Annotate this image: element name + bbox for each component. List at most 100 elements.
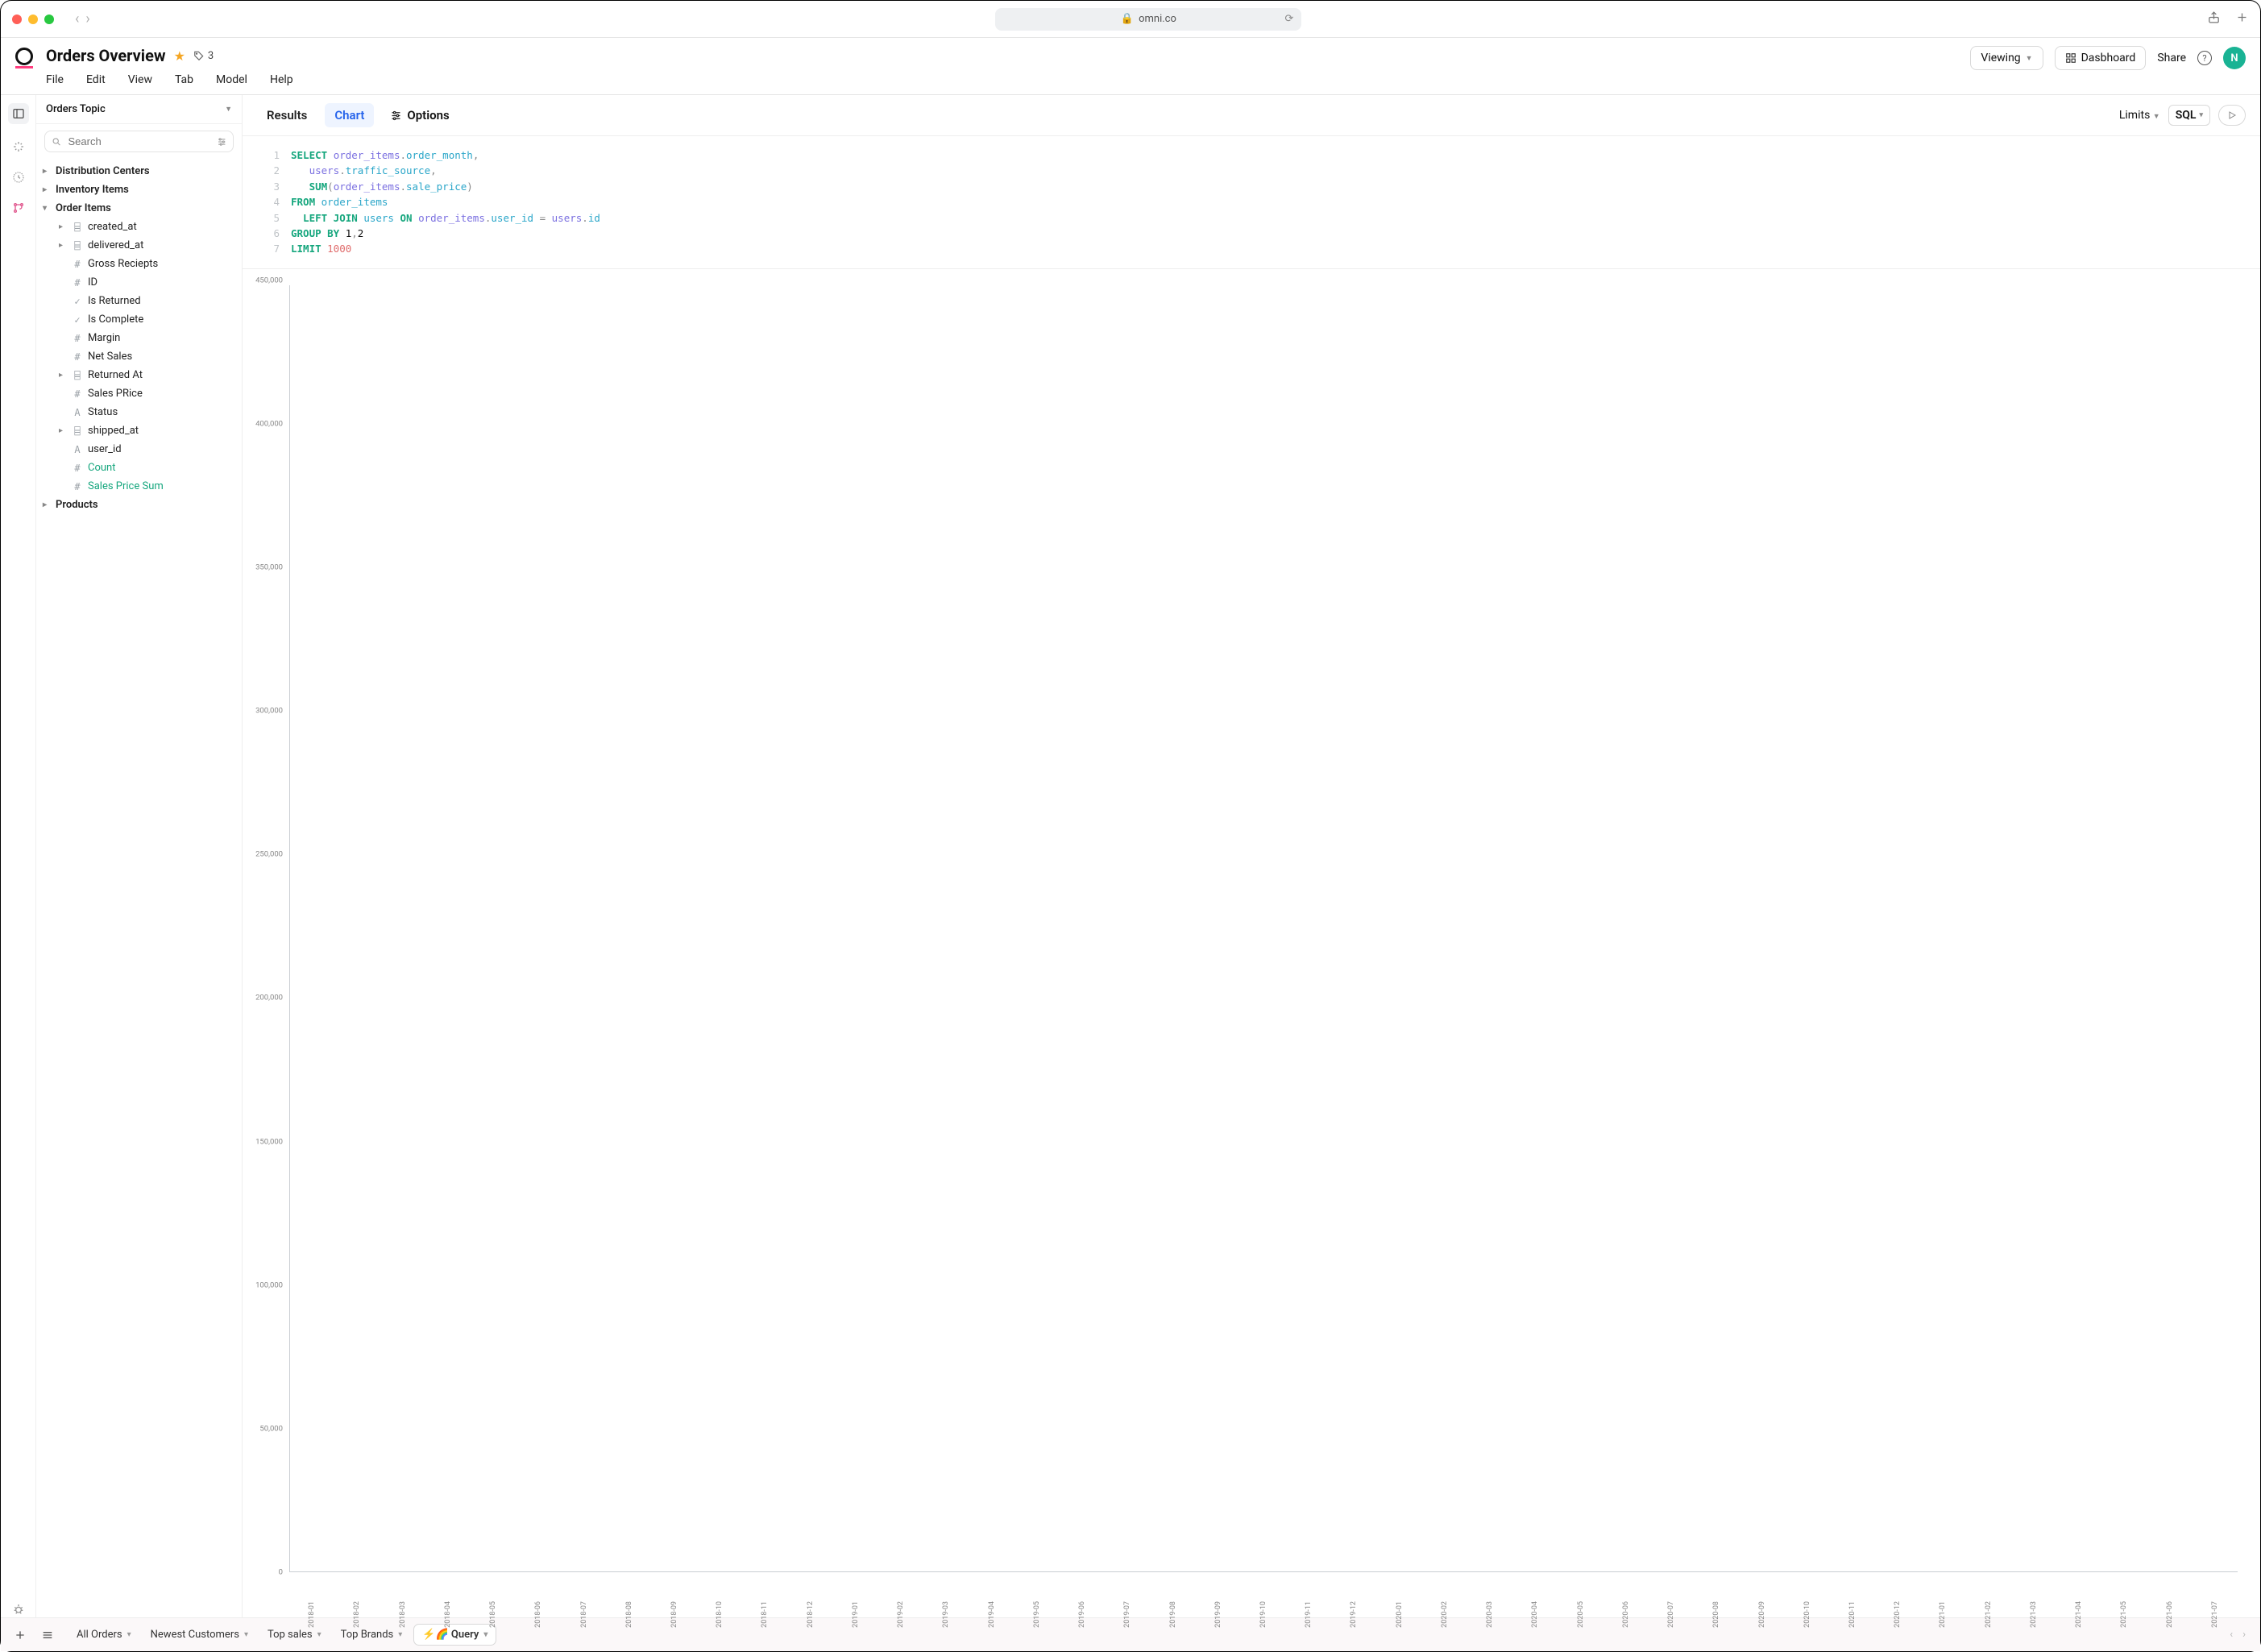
workspace-tabs: Results Chart Options Limits ▼ SQL▾ xyxy=(243,95,2260,136)
sliders-icon xyxy=(390,110,402,122)
caret-down-icon: ▼ xyxy=(2026,54,2033,63)
y-tick: 50,000 xyxy=(259,1424,283,1433)
x-tick: 2019-11 xyxy=(1305,1601,1313,1628)
field-sales-price[interactable]: #Sales PRice xyxy=(36,384,242,403)
help-icon[interactable]: ? xyxy=(2197,51,2212,65)
tab-chart[interactable]: Chart xyxy=(325,103,374,127)
x-tick: 2018-11 xyxy=(761,1601,769,1628)
section-inventory-items[interactable]: ▸Inventory Items xyxy=(36,181,242,199)
favorite-star-icon[interactable]: ★ xyxy=(174,48,185,64)
x-tick: 2018-02 xyxy=(353,1601,361,1628)
search-input[interactable] xyxy=(68,135,210,147)
dashboard-icon xyxy=(2065,52,2076,64)
field-created-at[interactable]: ▸⌸created_at xyxy=(36,218,242,236)
minimize-window-button[interactable] xyxy=(28,15,38,24)
window-controls xyxy=(12,15,54,24)
menu-file[interactable]: File xyxy=(46,73,64,86)
field-is-complete[interactable]: ✓Is Complete xyxy=(36,310,242,329)
x-tick: 2019-01 xyxy=(852,1601,860,1628)
field-shipped-at[interactable]: ▸⌸shipped_at xyxy=(36,421,242,440)
section-order-items[interactable]: ▾Order Items xyxy=(36,199,242,218)
run-button[interactable] xyxy=(2218,105,2246,126)
x-tick: 2020-10 xyxy=(1803,1601,1811,1628)
x-tick: 2020-03 xyxy=(1486,1601,1494,1628)
new-tab-icon[interactable] xyxy=(2235,10,2249,27)
x-tick: 2018-05 xyxy=(489,1601,497,1628)
menu-model[interactable]: Model xyxy=(216,73,247,86)
window-titlebar: ‹ › 🔒 omni.co ⟳ xyxy=(1,1,2260,38)
add-tab-button[interactable] xyxy=(9,1624,31,1646)
x-tick: 2019-03 xyxy=(942,1601,950,1628)
back-button[interactable]: ‹ xyxy=(75,12,79,27)
lock-icon: 🔒 xyxy=(1121,13,1134,25)
menu-tab[interactable]: Tab xyxy=(175,73,193,86)
y-tick: 150,000 xyxy=(255,1137,283,1146)
pager-prev[interactable]: ‹ xyxy=(2230,1629,2233,1641)
close-window-button[interactable] xyxy=(12,15,22,24)
viewing-mode-button[interactable]: Viewing▼ xyxy=(1970,46,2043,70)
field-returned-at[interactable]: ▸⌸Returned At xyxy=(36,366,242,384)
share-link[interactable]: Share xyxy=(2157,52,2186,64)
footer-tab-top-sales[interactable]: Top sales▾ xyxy=(259,1625,330,1645)
options-button[interactable]: Options xyxy=(390,108,449,122)
field-count[interactable]: #Count xyxy=(36,459,242,477)
x-tick: 2021-07 xyxy=(2211,1601,2219,1628)
x-tick: 2018-04 xyxy=(444,1601,452,1628)
footer-tab-all-orders[interactable]: All Orders▾ xyxy=(68,1625,139,1645)
x-tick: 2018-07 xyxy=(580,1601,588,1628)
pager-next[interactable]: › xyxy=(2242,1629,2246,1641)
footer-tab-newest-customers[interactable]: Newest Customers▾ xyxy=(143,1625,256,1645)
field-is-returned[interactable]: ✓Is Returned xyxy=(36,292,242,310)
tag-icon xyxy=(193,50,205,61)
section-distribution-centers[interactable]: ▸Distribution Centers xyxy=(36,162,242,181)
footer-tab--query[interactable]: ⚡🌈 Query▾ xyxy=(413,1624,496,1646)
menu-view[interactable]: View xyxy=(128,73,152,86)
field-id[interactable]: #ID xyxy=(36,273,242,292)
field-net-sales[interactable]: #Net Sales xyxy=(36,347,242,366)
sidebar-search[interactable] xyxy=(44,131,234,152)
address-bar[interactable]: 🔒 omni.co ⟳ xyxy=(995,8,1301,31)
sidebar-topic-selector[interactable]: Orders Topic ▼ xyxy=(36,95,242,124)
menu-help[interactable]: Help xyxy=(270,73,293,86)
section-products[interactable]: ▸Products xyxy=(36,496,242,514)
x-tick: 2019-04 xyxy=(988,1601,996,1628)
tag-count[interactable]: 3 xyxy=(193,50,214,62)
user-avatar[interactable]: N xyxy=(2223,47,2246,69)
field-user-id[interactable]: Auser_id xyxy=(36,440,242,459)
x-tick: 2018-06 xyxy=(534,1601,542,1628)
dashboard-button[interactable]: Dasbhoard xyxy=(2055,46,2147,70)
x-tick: 2019-02 xyxy=(897,1601,905,1628)
caret-down-icon: ▼ xyxy=(225,105,232,114)
rail-history-icon[interactable] xyxy=(10,169,27,185)
rail-debug-icon[interactable] xyxy=(10,1601,27,1617)
y-tick: 250,000 xyxy=(255,850,283,859)
x-tick: 2020-09 xyxy=(1758,1601,1766,1628)
x-tick: 2020-01 xyxy=(1396,1601,1404,1628)
field-sales-price-sum[interactable]: #Sales Price Sum xyxy=(36,477,242,496)
field-delivered-at[interactable]: ▸⌸delivered_at xyxy=(36,236,242,255)
field-status[interactable]: AStatus xyxy=(36,403,242,421)
sql-toggle[interactable]: SQL▾ xyxy=(2168,105,2210,126)
share-icon[interactable] xyxy=(2207,10,2221,27)
fullscreen-window-button[interactable] xyxy=(44,15,54,24)
address-bar-wrap: 🔒 omni.co ⟳ xyxy=(100,8,2197,31)
rail-branch-icon[interactable] xyxy=(10,200,27,216)
field-margin[interactable]: #Margin xyxy=(36,329,242,347)
limits-dropdown[interactable]: Limits ▼ xyxy=(2119,109,2160,122)
x-tick: 2019-07 xyxy=(1123,1601,1131,1628)
field-gross-reciepts[interactable]: #Gross Reciepts xyxy=(36,255,242,273)
rail-panel-icon[interactable] xyxy=(8,103,29,124)
sql-editor[interactable]: 1SELECT order_items.order_month,2 users.… xyxy=(243,136,2260,269)
sliders-icon[interactable] xyxy=(217,136,227,147)
tab-results[interactable]: Results xyxy=(257,103,317,127)
rail-sparkle-icon[interactable] xyxy=(10,139,27,155)
app-logo[interactable] xyxy=(15,48,33,65)
x-tick: 2020-07 xyxy=(1667,1601,1675,1628)
y-tick: 100,000 xyxy=(255,1281,283,1289)
y-tick: 300,000 xyxy=(255,707,283,716)
y-tick: 400,000 xyxy=(255,419,283,428)
reload-icon[interactable]: ⟳ xyxy=(1285,13,1294,25)
forward-button[interactable]: › xyxy=(85,12,89,27)
menu-edit[interactable]: Edit xyxy=(86,73,106,86)
tab-menu-button[interactable] xyxy=(36,1624,59,1646)
